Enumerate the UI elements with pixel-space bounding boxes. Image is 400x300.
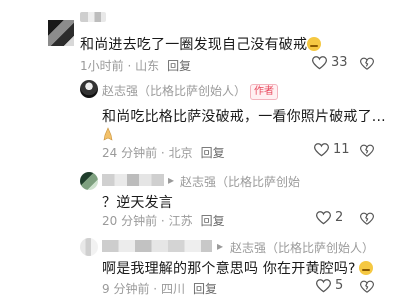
like-button[interactable]: 33 bbox=[312, 55, 348, 70]
reply-target-name[interactable]: 赵志强（比格比萨创始 bbox=[180, 173, 300, 190]
reply-button[interactable]: 回复 bbox=[201, 146, 225, 160]
comment-meta: 1小时前 · 山东 回复 bbox=[80, 59, 192, 73]
like-count: 2 bbox=[335, 210, 344, 225]
broken-heart-icon[interactable] bbox=[360, 212, 374, 226]
laugh-emoji-icon bbox=[358, 261, 373, 275]
comment-text: ？逆天发言 bbox=[102, 195, 173, 211]
author-name[interactable]: 赵志强（比格比萨创始人） 作者 bbox=[102, 82, 279, 100]
like-count: 33 bbox=[331, 55, 348, 70]
reply-button[interactable]: 回复 bbox=[193, 282, 217, 296]
broken-heart-icon[interactable] bbox=[360, 144, 374, 158]
avatar[interactable] bbox=[80, 80, 98, 98]
reply-arrow-icon: ▸ bbox=[168, 173, 175, 187]
heart-outline-icon bbox=[312, 55, 327, 69]
heart-outline-icon bbox=[316, 210, 331, 224]
comment-text: 啊是我理解的那个意思吗 你在开黄腔吗? bbox=[102, 258, 373, 278]
pray-emoji-icon bbox=[102, 126, 114, 141]
username-blurred[interactable] bbox=[80, 12, 106, 22]
comment-text: 和尚吃比格比萨没破戒，一看你照片破戒了... bbox=[102, 109, 386, 125]
reply-target-name[interactable]: 赵志强（比格比萨创始人） bbox=[230, 239, 374, 256]
heart-outline-icon bbox=[316, 278, 331, 292]
like-count: 11 bbox=[333, 142, 350, 157]
like-button[interactable]: 2 bbox=[316, 210, 343, 225]
avatar[interactable] bbox=[80, 172, 98, 190]
like-button[interactable]: 5 bbox=[316, 278, 343, 293]
reply-button[interactable]: 回复 bbox=[201, 214, 225, 228]
author-badge: 作者 bbox=[250, 84, 279, 100]
reply-arrow-icon: ▸ bbox=[217, 239, 224, 253]
laugh-emoji-icon bbox=[307, 37, 322, 51]
username-blurred[interactable] bbox=[102, 174, 164, 186]
broken-heart-icon[interactable] bbox=[360, 280, 374, 294]
comment-meta: 9 分钟前 · 四川 回复 bbox=[102, 282, 217, 296]
broken-heart-icon[interactable] bbox=[360, 57, 374, 71]
comment-meta: 20 分钟前 · 江苏 回复 bbox=[102, 214, 225, 228]
avatar[interactable] bbox=[48, 20, 74, 46]
reply-button[interactable]: 回复 bbox=[167, 59, 191, 73]
like-count: 5 bbox=[335, 278, 344, 293]
comment-text: 和尚进去吃了一圈发现自己没有破戒 bbox=[80, 34, 322, 54]
heart-outline-icon bbox=[314, 142, 329, 156]
comment-meta: 24 分钟前 · 北京 回复 bbox=[102, 146, 225, 160]
like-button[interactable]: 11 bbox=[314, 142, 350, 157]
username-blurred[interactable] bbox=[102, 240, 212, 252]
avatar[interactable] bbox=[80, 238, 98, 256]
